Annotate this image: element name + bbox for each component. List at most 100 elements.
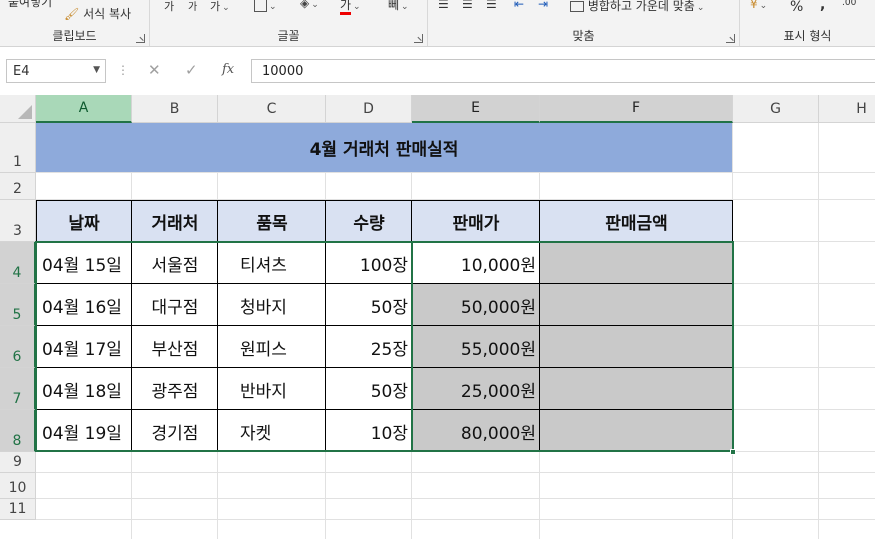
table-border bbox=[131, 200, 132, 452]
row-header-3[interactable]: 3 bbox=[0, 200, 36, 242]
table-cell-qty[interactable]: 50장 bbox=[326, 284, 412, 326]
column-header-h[interactable]: H bbox=[819, 95, 875, 123]
table-cell-price[interactable]: 55,000원 bbox=[412, 326, 540, 368]
row-header-2[interactable]: 2 bbox=[0, 173, 36, 200]
merge-center-button[interactable]: 병합하고 가운데 맞춤 ⌄ bbox=[570, 0, 704, 14]
table-cell-price[interactable]: 50,000원 bbox=[412, 284, 540, 326]
row-header-7[interactable]: 7 bbox=[0, 368, 36, 410]
table-cell-price[interactable]: 10,000원 bbox=[412, 242, 540, 284]
grow-font-button[interactable]: 가 bbox=[164, 0, 174, 14]
table-header-cell[interactable]: 품목 bbox=[218, 200, 326, 242]
clipboard-launcher-icon[interactable] bbox=[136, 34, 145, 43]
row-header-10[interactable]: 10 bbox=[0, 473, 36, 499]
table-cell-amount[interactable] bbox=[540, 284, 733, 326]
phonetic-button[interactable]: 가 ⌄ bbox=[210, 0, 230, 14]
row-header-1[interactable]: 1 bbox=[0, 123, 36, 173]
table-border bbox=[36, 367, 733, 368]
table-header-cell[interactable]: 날짜 bbox=[36, 200, 132, 242]
align-left-icon: ☰ bbox=[438, 0, 449, 11]
column-header-d[interactable]: D bbox=[326, 95, 412, 123]
format-painter-button[interactable]: 🖌 서식 복사 bbox=[64, 5, 131, 22]
column-header-a[interactable]: A bbox=[36, 95, 132, 123]
column-header-e[interactable]: E bbox=[412, 95, 540, 123]
table-cell-price[interactable]: 25,000원 bbox=[412, 368, 540, 410]
column-header-f[interactable]: F bbox=[540, 95, 733, 123]
row-header-9[interactable]: 9 bbox=[0, 452, 36, 473]
percent-style-button[interactable]: % bbox=[790, 0, 803, 15]
borders-button[interactable]: ⌄ bbox=[254, 0, 277, 12]
row-header-4[interactable]: 4 bbox=[0, 242, 36, 284]
table-cell-qty[interactable]: 25장 bbox=[326, 326, 412, 368]
align-right-button[interactable]: ☰ bbox=[486, 0, 497, 11]
row-header-5[interactable]: 5 bbox=[0, 284, 36, 326]
row-header-6[interactable]: 6 bbox=[0, 326, 36, 368]
cancel-button[interactable]: ✕ bbox=[148, 61, 161, 79]
table-cell-amount[interactable] bbox=[540, 368, 733, 410]
paste-button[interactable]: 붙여넣기 bbox=[8, 0, 52, 10]
table-cell-amount[interactable] bbox=[540, 410, 733, 452]
fill-color-button[interactable]: ◈ ⌄ bbox=[300, 0, 319, 10]
ribbon: 붙여넣기 🖌 서식 복사 클립보드 가 가 가 ⌄ ⌄ ◈ ⌄ 가 ⌄ 뻬 ⌄ 글꼴 ☰… bbox=[0, 0, 875, 47]
font-launcher-icon[interactable] bbox=[414, 34, 423, 43]
table-header-cell[interactable]: 판매금액 bbox=[540, 200, 733, 242]
table-cell-item[interactable]: 원피스 bbox=[218, 326, 326, 368]
align-left-button[interactable]: ☰ bbox=[438, 0, 449, 11]
table-cell-qty[interactable]: 50장 bbox=[326, 368, 412, 410]
alignment-launcher-icon[interactable] bbox=[726, 34, 735, 43]
borders-icon bbox=[254, 0, 267, 12]
column-header-g[interactable]: G bbox=[733, 95, 819, 123]
font-color-button[interactable]: 가 ⌄ bbox=[340, 0, 361, 15]
table-cell-amount[interactable] bbox=[540, 326, 733, 368]
phonetic-guide-icon: 뻬 bbox=[388, 0, 400, 12]
table-header-cell[interactable]: 판매가 bbox=[412, 200, 540, 242]
table-cell-client[interactable]: 광주점 bbox=[132, 368, 218, 410]
fill-handle[interactable] bbox=[730, 449, 736, 455]
enter-button[interactable]: ✓ bbox=[185, 61, 198, 79]
table-cell-item[interactable]: 반바지 bbox=[218, 368, 326, 410]
column-header-c[interactable]: C bbox=[218, 95, 326, 123]
decrease-indent-icon: ⇤ bbox=[514, 0, 525, 11]
select-all-button[interactable] bbox=[0, 95, 36, 123]
table-cell-qty[interactable]: 10장 bbox=[326, 410, 412, 452]
table-cell-amount[interactable] bbox=[540, 242, 733, 284]
table-cell-item[interactable]: 청바지 bbox=[218, 284, 326, 326]
shrink-font-button[interactable]: 가 bbox=[188, 0, 197, 13]
gridline-horizontal bbox=[36, 498, 875, 499]
worksheet-grid[interactable]: A B C D E F G H 1 2 3 4 5 6 7 8 9 10 11 4월 거래처 판매실적날짜 거래처 품목 수… bbox=[0, 95, 875, 539]
row-header-11[interactable]: 11 bbox=[0, 499, 36, 520]
gridline-horizontal bbox=[36, 472, 875, 473]
table-cell-qty[interactable]: 100장 bbox=[326, 242, 412, 284]
table-cell-client[interactable]: 서울점 bbox=[132, 242, 218, 284]
table-header-cell[interactable]: 거래처 bbox=[132, 200, 218, 242]
table-cell-date[interactable]: 04월 18일 bbox=[36, 368, 132, 410]
formula-bar-grip-icon[interactable]: ⋮ bbox=[117, 63, 129, 77]
column-header-b[interactable]: B bbox=[132, 95, 218, 123]
comma-style-button[interactable]: , bbox=[820, 0, 825, 13]
insert-function-button[interactable]: fx bbox=[222, 62, 234, 77]
table-cell-client[interactable]: 부산점 bbox=[132, 326, 218, 368]
name-box[interactable]: E4 ▼ bbox=[6, 59, 106, 83]
table-cell-client[interactable]: 대구점 bbox=[132, 284, 218, 326]
table-cell-date[interactable]: 04월 19일 bbox=[36, 410, 132, 452]
row-header-8[interactable]: 8 bbox=[0, 410, 36, 452]
formula-input[interactable]: 10000 bbox=[251, 59, 875, 83]
phonetic-guide-button[interactable]: 뻬 ⌄ bbox=[388, 0, 409, 13]
increase-indent-button[interactable]: ⇥ bbox=[538, 0, 548, 11]
table-header-cell[interactable]: 수량 bbox=[326, 200, 412, 242]
table-cell-item[interactable]: 자켓 bbox=[218, 410, 326, 452]
font-group: 가 가 가 ⌄ ⌄ ◈ ⌄ 가 ⌄ 뻬 ⌄ 글꼴 bbox=[150, 0, 428, 46]
name-box-dropdown-icon[interactable]: ▼ bbox=[93, 65, 100, 75]
table-cell-date[interactable]: 04월 17일 bbox=[36, 326, 132, 368]
table-cell-item[interactable]: 티셔츠 bbox=[218, 242, 326, 284]
align-center-button[interactable]: ☰ bbox=[462, 0, 473, 11]
accounting-format-button[interactable]: ¥ ⌄ bbox=[750, 0, 767, 11]
decrease-indent-button[interactable]: ⇤ bbox=[514, 0, 524, 11]
table-cell-client[interactable]: 경기점 bbox=[132, 410, 218, 452]
table-border bbox=[411, 200, 412, 452]
increase-decimal-button[interactable]: .00 bbox=[842, 0, 856, 8]
align-center-icon: ☰ bbox=[462, 0, 473, 11]
table-cell-date[interactable]: 04월 16일 bbox=[36, 284, 132, 326]
sheet-title[interactable]: 4월 거래처 판매실적 bbox=[36, 123, 732, 172]
table-cell-price[interactable]: 80,000원 bbox=[412, 410, 540, 452]
table-cell-date[interactable]: 04월 15일 bbox=[36, 242, 132, 284]
